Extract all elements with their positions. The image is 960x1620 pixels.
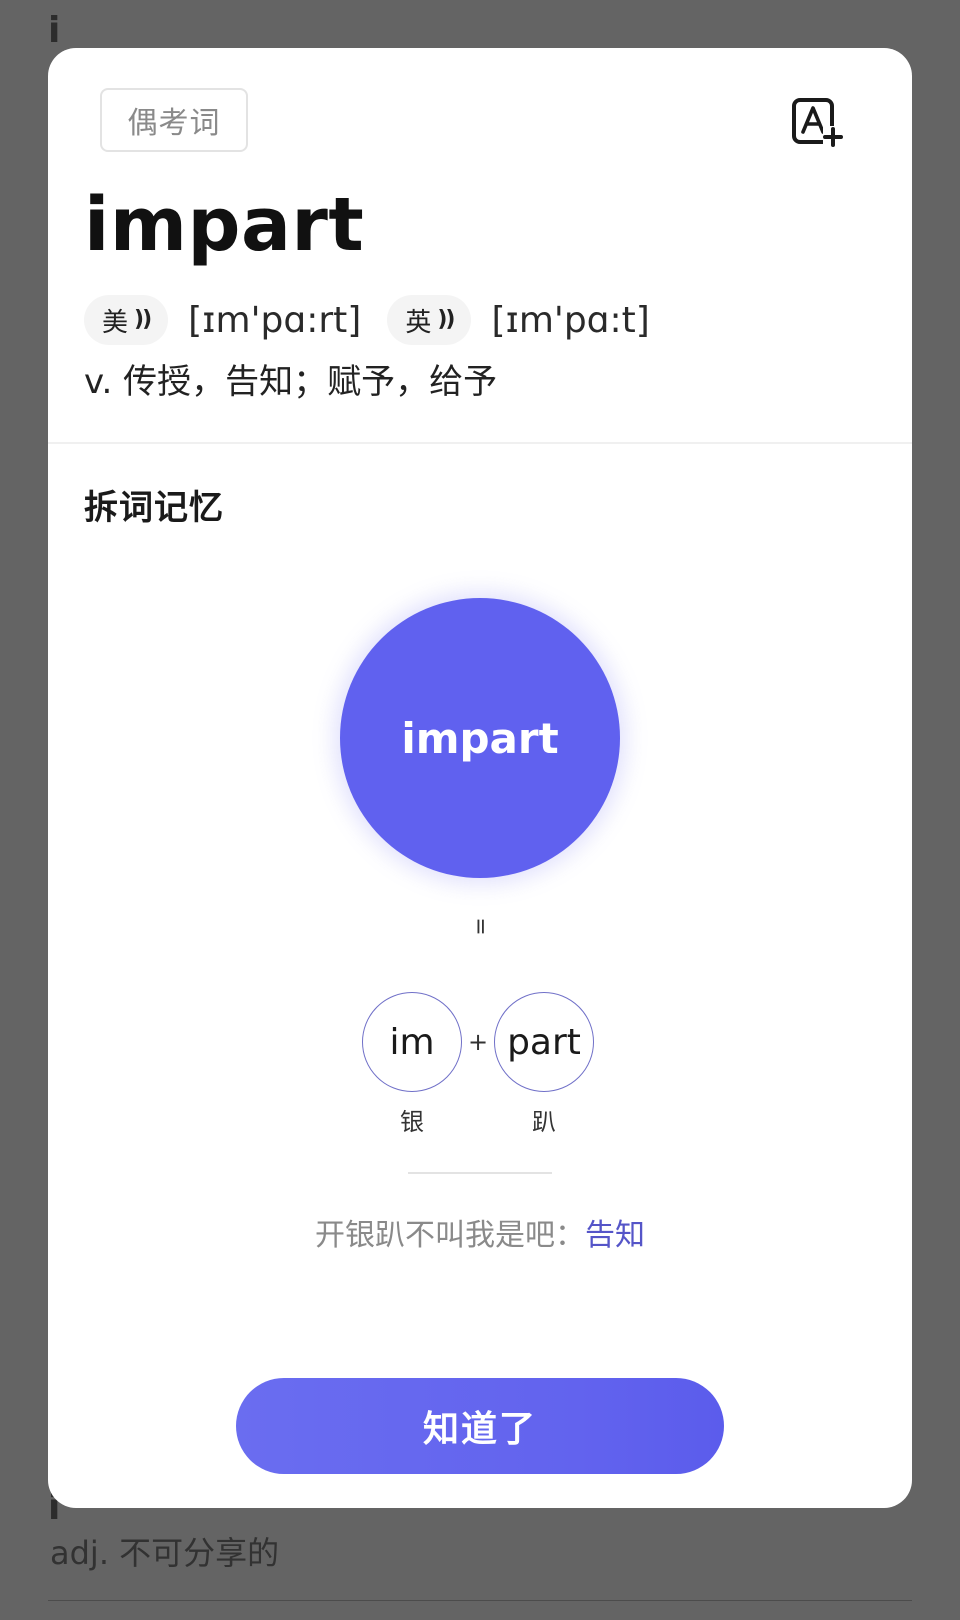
pronunciation-uk-label: 英 bbox=[405, 307, 432, 338]
background-definition: adj. 不可分享的 bbox=[50, 1534, 280, 1572]
equals-sign: = bbox=[467, 917, 493, 936]
plus-sign: + bbox=[467, 1028, 489, 1056]
word-part-meaning: 银 bbox=[400, 1108, 424, 1136]
mnemonic-highlight: 告知 bbox=[585, 1218, 645, 1253]
phonetic-us: [ɪm'pɑ:rt] bbox=[188, 299, 362, 341]
word-card-modal: 偶考词 impart 美 )) [ɪm'pɑ:rt] 英 )) [ɪm'pɑ:t… bbox=[48, 48, 912, 1508]
mnemonic-sentence: 开银趴不叫我是吧：告知 bbox=[48, 1210, 912, 1254]
divider bbox=[408, 1172, 552, 1174]
background-divider bbox=[48, 1600, 912, 1601]
got-it-button[interactable]: 知道了 bbox=[236, 1378, 724, 1474]
add-to-wordbook-icon[interactable] bbox=[790, 94, 846, 150]
speaker-icon: )) bbox=[134, 306, 152, 332]
pronunciation-row: 美 )) [ɪm'pɑ:rt] 英 )) [ɪm'pɑ:t] bbox=[84, 294, 676, 346]
pronunciation-us-button[interactable]: 美 )) bbox=[84, 295, 169, 345]
background-word-top: i bbox=[48, 10, 61, 51]
word-title: impart bbox=[84, 182, 365, 268]
speaker-icon: )) bbox=[437, 306, 455, 332]
divider bbox=[48, 442, 912, 444]
whole-word-circle: impart bbox=[340, 598, 620, 878]
mnemonic-text: 开银趴不叫我是吧： bbox=[315, 1218, 585, 1253]
word-part-meaning: 趴 bbox=[532, 1108, 556, 1136]
phonetic-uk: [ɪm'pɑ:t] bbox=[491, 299, 650, 341]
pronunciation-us-label: 美 bbox=[102, 307, 129, 338]
word-part-circle: part bbox=[494, 992, 594, 1092]
word-part-circle: im bbox=[362, 992, 462, 1092]
frequency-tag: 偶考词 bbox=[100, 88, 248, 152]
pronunciation-uk-button[interactable]: 英 )) bbox=[387, 295, 472, 345]
section-title: 拆词记忆 bbox=[84, 488, 224, 528]
word-definition: v. 传授，告知；赋予，给予 bbox=[84, 362, 498, 402]
